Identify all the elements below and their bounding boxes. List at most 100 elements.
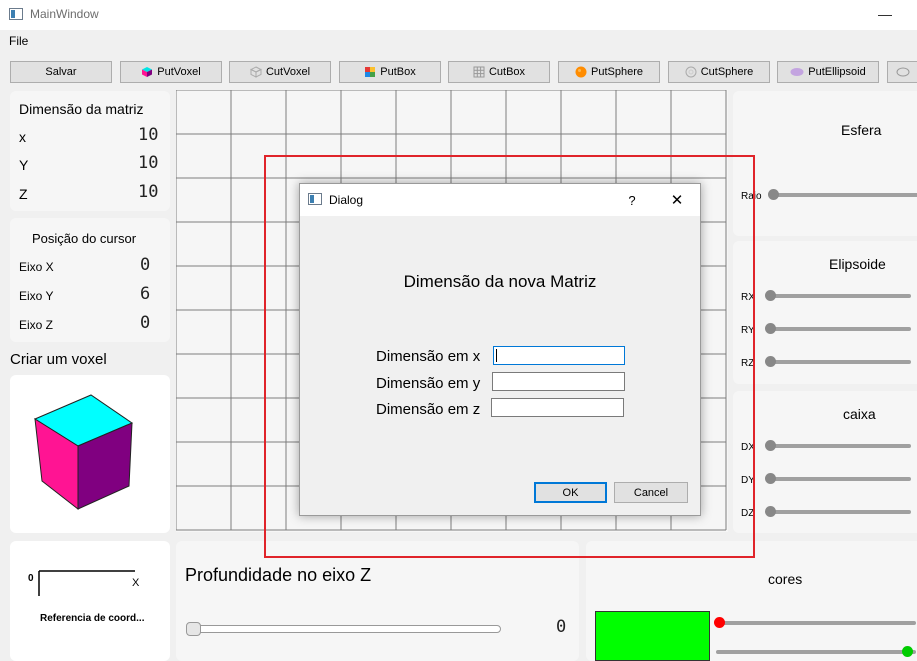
depth-slider-handle[interactable] [186, 622, 201, 636]
dialog-close-button[interactable]: ✕ [662, 190, 692, 212]
cut-ellipsoid-button[interactable] [887, 61, 917, 83]
radius-slider-track[interactable] [771, 193, 917, 197]
dim-y-label: Dimensão em y [376, 375, 481, 392]
cancel-button[interactable]: Cancel [614, 482, 688, 503]
coord-caption: Referencia de coord... [40, 613, 145, 624]
depth-panel: Profundidade no eixo Z 0 [176, 541, 579, 661]
new-matrix-dialog: Dialog ? ✕ Dimensão da nova Matriz Dimen… [299, 183, 701, 516]
cut-ellipsoid-icon [896, 67, 910, 77]
put-ellipsoid-label: PutEllipsoid [808, 66, 866, 78]
rz-slider-track[interactable] [768, 360, 911, 364]
box-icon [365, 67, 376, 77]
cut-voxel-label: CutVoxel [265, 66, 311, 78]
window-title: MainWindow [30, 7, 99, 21]
box-panel: caixa DX DY DZ [733, 391, 917, 533]
dx-slider-handle[interactable] [765, 440, 776, 451]
window-titlebar: MainWindow — [0, 0, 917, 30]
put-sphere-label: PutSphere [591, 66, 643, 78]
cut-sphere-button[interactable]: CutSphere [668, 61, 770, 83]
depth-slider-track[interactable] [186, 625, 501, 633]
rx-slider-track[interactable] [768, 294, 911, 298]
cursor-z-lcd: 0 [140, 313, 151, 333]
axis-icon [38, 570, 135, 596]
cut-sphere-icon [685, 66, 697, 78]
dy-slider-track[interactable] [768, 477, 911, 481]
text-caret [496, 349, 497, 362]
matrix-dimension-title: Dimensão da matriz [19, 101, 144, 117]
cursor-x-label: Eixo X [19, 260, 54, 274]
cut-box-label: CutBox [488, 66, 526, 78]
put-voxel-label: PutVoxel [157, 66, 201, 78]
minimize-button[interactable]: — [870, 4, 900, 24]
coord-x-label: X [132, 577, 140, 589]
help-button[interactable]: ? [618, 191, 646, 211]
ok-button[interactable]: OK [534, 482, 607, 503]
coord-origin-label: 0 [28, 573, 34, 584]
cut-voxel-icon [249, 66, 262, 78]
put-ellipsoid-button[interactable]: PutEllipsoid [777, 61, 879, 83]
dim-z-input[interactable] [491, 398, 624, 417]
red-slider-track[interactable] [716, 621, 916, 625]
save-button-label: Salvar [45, 66, 77, 78]
dim-x-label: Dimensão em x [376, 348, 481, 365]
colors-title: cores [768, 571, 803, 587]
put-box-label: PutBox [380, 66, 416, 78]
dialog-app-icon [308, 193, 322, 205]
dim-z-label: Dimensão em z [376, 401, 481, 418]
matrix-dimension-panel: Dimensão da matriz x 10 Y 10 Z 10 [10, 91, 170, 211]
matrix-z-label: Z [19, 186, 28, 202]
red-slider-handle[interactable] [714, 617, 725, 628]
depth-title: Profundidade no eixo Z [185, 565, 372, 585]
cursor-x-lcd: 0 [140, 255, 151, 275]
matrix-y-lcd: 10 [138, 153, 159, 173]
dialog-heading: Dimensão da nova Matriz [403, 272, 597, 291]
radius-slider-handle[interactable] [768, 189, 779, 200]
voxel-cube-preview [33, 394, 134, 511]
cursor-y-label: Eixo Y [19, 289, 54, 303]
sphere-title: Esfera [841, 122, 882, 138]
dialog-titlebar: Dialog ? ✕ [300, 184, 700, 216]
cursor-z-label: Eixo Z [19, 318, 54, 332]
cut-box-button[interactable]: CutBox [448, 61, 550, 83]
dz-slider-track[interactable] [768, 510, 911, 514]
matrix-y-label: Y [19, 157, 29, 173]
app-icon [9, 8, 23, 20]
rz-slider-handle[interactable] [765, 356, 776, 367]
rx-slider-handle[interactable] [765, 290, 776, 301]
cursor-position-title: Posição do cursor [32, 231, 137, 246]
depth-lcd: 0 [556, 617, 567, 637]
green-slider-track[interactable] [716, 650, 916, 654]
dy-slider-handle[interactable] [765, 473, 776, 484]
put-voxel-button[interactable]: PutVoxel [120, 61, 222, 83]
create-voxel-title: Criar um voxel [10, 351, 107, 368]
ry-slider-handle[interactable] [765, 323, 776, 334]
ellipsoid-panel: Elipsoide RX RY RZ [733, 241, 917, 384]
voxel-icon [142, 67, 153, 77]
ellipsoid-title: Elipsoide [829, 256, 886, 272]
dx-slider-track[interactable] [768, 444, 911, 448]
ry-slider-track[interactable] [768, 327, 911, 331]
menu-file[interactable]: File [9, 34, 28, 48]
menu-bar: File [0, 30, 917, 52]
dialog-title: Dialog [329, 193, 364, 207]
put-box-button[interactable]: PutBox [339, 61, 441, 83]
save-button[interactable]: Salvar [10, 61, 112, 83]
matrix-x-label: x [19, 129, 26, 145]
cursor-position-panel: Posição do cursor Eixo X 0 Eixo Y 6 Eixo… [10, 218, 170, 342]
matrix-z-lcd: 10 [138, 182, 159, 202]
put-sphere-button[interactable]: PutSphere [558, 61, 660, 83]
cut-voxel-button[interactable]: CutVoxel [229, 61, 331, 83]
dz-slider-handle[interactable] [765, 506, 776, 517]
sphere-panel: Esfera Raio [733, 91, 917, 236]
voxel-preview-panel[interactable] [10, 375, 170, 533]
matrix-x-lcd: 10 [138, 125, 159, 145]
colors-panel: cores [586, 541, 917, 661]
dim-y-input[interactable] [492, 372, 625, 391]
sphere-icon [575, 66, 587, 78]
green-slider-handle[interactable] [902, 646, 913, 657]
cut-box-icon [473, 66, 485, 78]
ellipsoid-icon [790, 68, 804, 76]
cut-sphere-label: CutSphere [700, 66, 754, 78]
dim-x-input[interactable] [493, 346, 625, 365]
coord-reference-panel: 0 X Referencia de coord... [10, 541, 170, 661]
